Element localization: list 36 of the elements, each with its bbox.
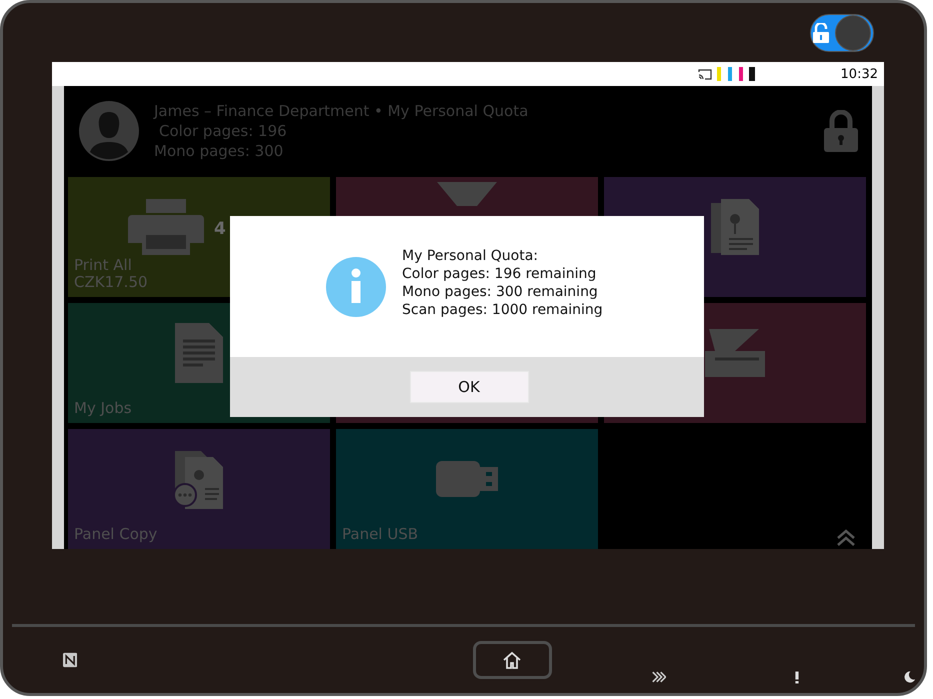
forward-chevrons-icon[interactable]	[652, 670, 666, 684]
scroll-up-icon[interactable]	[836, 529, 856, 547]
usb-drive-icon	[436, 461, 498, 497]
printer-icon	[128, 197, 204, 257]
mono-quota: Mono pages: 300	[154, 141, 284, 161]
unlocked-padlock-icon	[813, 23, 829, 43]
user-title: James – Finance Department • My Personal Quota	[154, 101, 530, 121]
tile-label: My Jobs	[74, 400, 132, 417]
status-time: 10:32	[840, 66, 878, 82]
lock-toggle[interactable]	[810, 14, 874, 52]
moon-icon[interactable]	[904, 670, 915, 684]
user-avatar-icon	[78, 100, 140, 162]
count-label: 4	[214, 219, 226, 239]
home-button[interactable]	[473, 641, 552, 679]
quota-line: My Personal Quota:	[402, 246, 540, 264]
quota-line: Mono pages: 300 remaining	[402, 282, 599, 300]
tile-label: Panel USB	[342, 526, 418, 543]
alert-icon[interactable]	[794, 670, 799, 684]
toner-levels-icon	[716, 67, 755, 81]
home-icon	[502, 651, 522, 669]
color-quota: Color pages: 196	[158, 121, 288, 141]
app-tile[interactable]: Panel Copy	[68, 429, 330, 549]
quota-line: Scan pages: 1000 remaining	[402, 300, 603, 318]
info-icon	[326, 256, 386, 316]
quota-line: Color pages: 196 remaining	[402, 264, 598, 282]
document-icon	[175, 323, 223, 383]
app-tile[interactable]: Panel USB	[336, 429, 598, 549]
document-icon	[709, 197, 761, 257]
nfc-icon	[63, 651, 78, 669]
scanner-icon	[705, 329, 765, 377]
tile-price: CZK17.50	[74, 274, 148, 291]
cast-icon	[698, 68, 712, 80]
funnel-icon	[437, 182, 497, 206]
tile-label: Print All	[74, 257, 133, 274]
ok-button[interactable]: OK	[410, 371, 528, 403]
tile-label: Panel Copy	[74, 526, 158, 543]
